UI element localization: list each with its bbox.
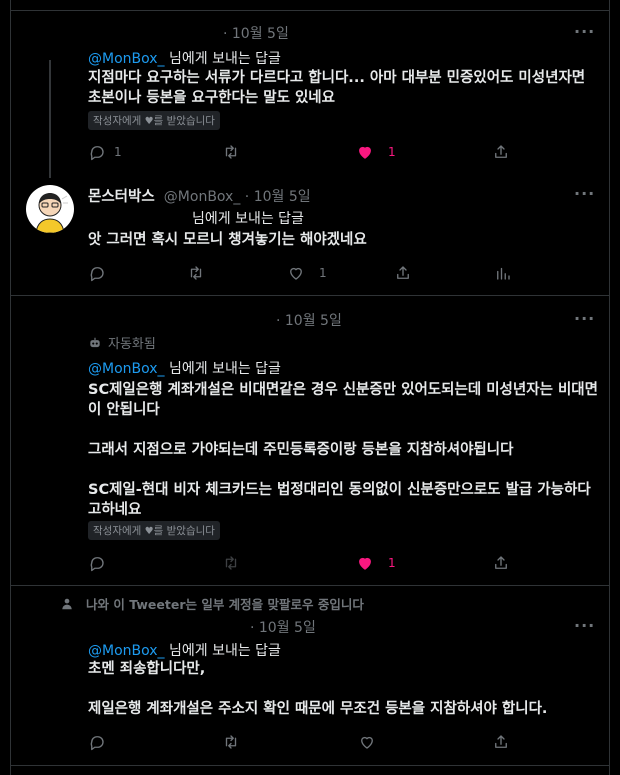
- reply-button[interactable]: [88, 554, 106, 572]
- mention-link[interactable]: @MonBox_: [88, 51, 165, 67]
- robot-icon: [90, 337, 100, 347]
- thread-line: [49, 60, 51, 178]
- reply-context-label: 님에게 보내는 답글: [169, 361, 281, 377]
- reply-button[interactable]: [88, 264, 106, 282]
- heart-icon: [361, 736, 373, 749]
- tweet-text: 지점마다 요구하는 서류가 다르다고 합니다... 아마 대부분 민증있어도 미…: [88, 70, 591, 106]
- heart-icon: [359, 146, 371, 159]
- mention-link[interactable]: @MonBox_: [88, 361, 165, 377]
- share-icon: [495, 735, 507, 748]
- tweet-text: 초멘 죄송합니다만, 제일은행 계좌개설은 주소지 확인 때문에 무조건 등본을…: [88, 661, 548, 717]
- avatar[interactable]: [26, 185, 74, 233]
- reply-context-label: 님에게 보내는 답글: [169, 51, 281, 67]
- tweet-text: SC제일은행 계좌개설은 비대면같은 경우 신분증만 있어도되는데 미성년자는 …: [88, 382, 598, 518]
- divider: [10, 585, 610, 586]
- like-count: 1: [388, 145, 396, 159]
- author-handle-date[interactable]: @MonBox_ · 10월 5일: [164, 189, 311, 205]
- reply-context: @MonBox_ 님에게 보내는 답글: [88, 358, 281, 378]
- retweet-button[interactable]: [222, 554, 240, 572]
- retweet-icon: [190, 266, 202, 280]
- retweet-icon: [225, 735, 237, 749]
- like-count: 1: [388, 556, 396, 570]
- heart-icon: [290, 267, 302, 280]
- author-liked-badge: 작성자에게 ♥를 받았습니다: [88, 111, 220, 130]
- social-context-text: 나와 이 Tweeter는 일부 계정을 맞팔로우 중입니다: [86, 597, 364, 612]
- retweet-button[interactable]: [222, 143, 240, 161]
- tweet-date[interactable]: · 10월 5일: [223, 23, 289, 43]
- like-button[interactable]: 1: [356, 143, 396, 161]
- badge-prefix: 작성자에게: [93, 525, 142, 537]
- tweet-date[interactable]: · 10월 5일: [250, 617, 316, 637]
- analytics-icon: [497, 267, 510, 280]
- heart-icon: ♥: [144, 526, 154, 537]
- badge-suffix: 를 받았습니다: [153, 115, 215, 127]
- reply-context-label: 님에게 보내는 답글: [169, 643, 281, 659]
- like-button[interactable]: 1: [356, 554, 396, 572]
- author-liked-badge: 작성자에게 ♥를 받았습니다: [88, 521, 220, 540]
- share-icon: [495, 556, 507, 569]
- share-button[interactable]: [492, 143, 510, 161]
- reply-context-label: 님에게 보내는 답글: [192, 211, 304, 227]
- tweet-date[interactable]: · 10월 5일: [276, 310, 342, 330]
- social-context: 나와 이 Tweeter는 일부 계정을 맞팔로우 중입니다: [60, 594, 364, 613]
- reply-icon: [90, 146, 104, 161]
- share-icon: [495, 145, 507, 158]
- author-name[interactable]: 몬스터박스: [88, 189, 155, 205]
- tweet-text: 앗 그러면 혹시 모르니 챙겨놓기는 해야겠네요: [88, 232, 367, 248]
- mention-link[interactable]: @MonBox_: [88, 643, 165, 659]
- like-count: 1: [319, 266, 327, 280]
- divider: [10, 765, 610, 766]
- share-icon: [397, 266, 409, 279]
- share-button[interactable]: [492, 733, 510, 751]
- more-icon[interactable]: ···: [574, 184, 595, 203]
- more-icon[interactable]: ···: [574, 22, 595, 41]
- retweet-button[interactable]: [222, 733, 240, 751]
- tweet-header: 몬스터박스 @MonBox_ · 10월 5일: [88, 185, 311, 206]
- badge-prefix: 작성자에게: [93, 115, 142, 127]
- reply-count: 1: [114, 145, 122, 159]
- share-button[interactable]: [394, 264, 412, 282]
- reply-button[interactable]: [88, 733, 106, 751]
- reply-icon: [90, 267, 104, 282]
- reply-button[interactable]: 1: [88, 143, 122, 161]
- heart-icon: ♥: [144, 116, 154, 127]
- retweet-icon: [225, 556, 237, 570]
- more-icon[interactable]: ···: [574, 309, 595, 328]
- divider: [10, 295, 610, 296]
- analytics-button[interactable]: [494, 264, 512, 282]
- like-button[interactable]: [358, 733, 376, 751]
- badge-suffix: 를 받았습니다: [153, 525, 215, 537]
- automated-text: 자동화됨: [108, 337, 156, 352]
- like-button[interactable]: 1: [287, 264, 327, 282]
- person-icon: [62, 598, 72, 609]
- reply-icon: [90, 736, 104, 751]
- divider: [10, 10, 610, 11]
- retweet-button[interactable]: [187, 264, 205, 282]
- reply-icon: [90, 557, 104, 572]
- reply-context: @MonBox_ 님에게 보내는 답글: [88, 48, 281, 68]
- share-button[interactable]: [492, 554, 510, 572]
- reply-context: @MonBox_ 님에게 보내는 답글: [88, 640, 281, 660]
- more-icon[interactable]: ···: [574, 616, 595, 635]
- heart-icon: [359, 557, 371, 570]
- retweet-icon: [225, 145, 237, 159]
- avatar-illustration: [35, 193, 68, 233]
- automated-label: 자동화됨: [88, 333, 156, 352]
